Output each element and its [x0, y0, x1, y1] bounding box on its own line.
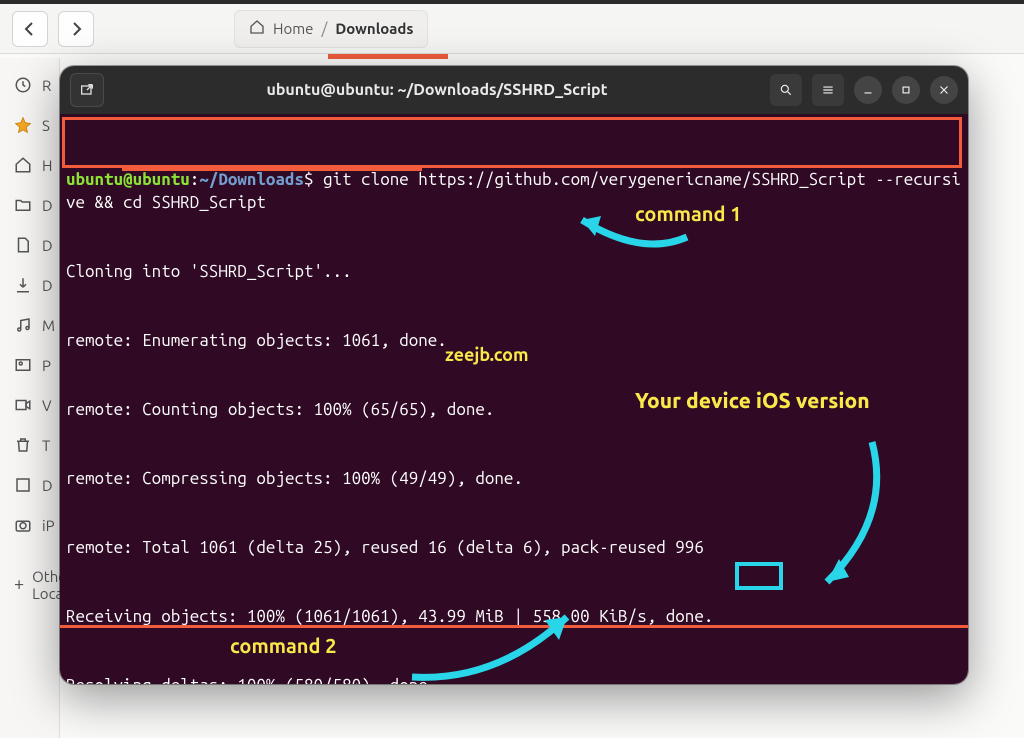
sidebar-item-label: R	[42, 77, 51, 94]
sidebar-item-trash[interactable]: T	[14, 436, 45, 454]
annotation-highlight-cmd1	[62, 117, 962, 168]
sidebar-item-documents[interactable]: D	[14, 236, 45, 254]
window-maximize-button[interactable]	[892, 76, 920, 104]
sidebar-item-recent[interactable]: R	[14, 76, 45, 94]
star-icon	[14, 116, 32, 134]
document-icon	[14, 236, 32, 254]
breadcrumb-separator: /	[321, 20, 327, 38]
sidebar-item-label: iP	[42, 517, 55, 534]
terminal-title: ubuntu@ubuntu: ~/Downloads/SSHRD_Script	[114, 81, 760, 99]
hamburger-icon	[821, 83, 835, 97]
close-icon	[937, 83, 951, 97]
sidebar-item-downloads[interactable]: D	[14, 276, 45, 294]
minimize-icon	[861, 83, 875, 97]
sidebar-item-label: H	[42, 157, 52, 174]
sidebar-item-label: D	[42, 477, 53, 494]
sidebar-other-locations[interactable]: + Other Locations	[14, 568, 45, 602]
sidebar-item-folder-1[interactable]: D	[14, 196, 45, 214]
chevron-right-icon	[68, 21, 84, 37]
camera-icon	[14, 516, 32, 534]
annotation-label-ios: Your device iOS version	[635, 389, 870, 412]
home-icon	[249, 19, 265, 39]
annotation-arrow-cmd2	[350, 569, 597, 684]
window-close-button[interactable]	[930, 76, 958, 104]
sidebar-item-label: P	[42, 357, 51, 374]
new-tab-button[interactable]	[70, 73, 104, 107]
sidebar-item-label: M	[42, 317, 55, 334]
maximize-icon	[899, 83, 913, 97]
chevron-left-icon	[22, 21, 38, 37]
nav-forward-button[interactable]	[58, 11, 94, 47]
video-icon	[14, 396, 32, 414]
file-manager-header: Home / Downloads	[0, 4, 1024, 54]
sidebar-item-music[interactable]: M	[14, 316, 45, 334]
terminal-search-button[interactable]	[770, 74, 802, 106]
music-icon	[14, 316, 32, 334]
search-icon	[779, 83, 793, 97]
sidebar-item-device-iphone[interactable]: iP	[14, 516, 45, 534]
sidebar-item-starred[interactable]: S	[14, 116, 45, 134]
clock-icon	[14, 76, 32, 94]
sidebar-item-label: T	[42, 437, 50, 454]
folder-icon	[14, 196, 32, 214]
sidebar-item-label: D	[42, 197, 53, 214]
sidebar-item-pictures[interactable]: P	[14, 356, 45, 374]
new-tab-icon	[79, 82, 95, 98]
breadcrumb-home[interactable]: Home	[273, 20, 313, 37]
trash-icon	[14, 436, 32, 454]
annotation-label-cmd2: command 2	[230, 634, 337, 657]
window-minimize-button[interactable]	[854, 76, 882, 104]
sidebar-item-device-1[interactable]: D	[14, 476, 45, 494]
sidebar-item-label: V	[42, 397, 52, 414]
sidebar-item-label: D	[42, 237, 53, 254]
nav-back-button[interactable]	[12, 11, 48, 47]
home-icon	[14, 156, 32, 174]
annotation-label-brand: zeejb.com	[445, 344, 529, 367]
annotation-arrow-ios	[740, 414, 907, 626]
plus-icon: +	[14, 575, 24, 595]
sidebar-item-label: S	[42, 117, 50, 134]
prompt-path: ~/Downloads	[199, 170, 304, 189]
sidebar-item-label: D	[42, 277, 53, 294]
terminal-titlebar[interactable]: ubuntu@ubuntu: ~/Downloads/SSHRD_Script	[60, 66, 968, 114]
annotation-arrow-cmd1	[500, 179, 707, 291]
terminal-window: ubuntu@ubuntu: ~/Downloads/SSHRD_Script …	[60, 66, 968, 684]
picture-icon	[14, 356, 32, 374]
terminal-menu-button[interactable]	[812, 74, 844, 106]
disk-icon	[14, 476, 32, 494]
breadcrumb[interactable]: Home / Downloads	[234, 10, 428, 48]
annotation-underline-cmd1	[122, 168, 422, 171]
breadcrumb-downloads[interactable]: Downloads	[335, 20, 413, 37]
file-manager-sidebar: R S H D D D M P	[0, 58, 60, 738]
annotation-underline-breadcrumb	[328, 54, 448, 59]
sidebar-item-home[interactable]: H	[14, 156, 45, 174]
download-icon	[14, 276, 32, 294]
sidebar-item-videos[interactable]: V	[14, 396, 45, 414]
prompt-user: ubuntu@ubuntu	[66, 170, 190, 189]
terminal-body[interactable]: ubuntu@ubuntu:~/Downloads$ git clone htt…	[60, 114, 968, 684]
